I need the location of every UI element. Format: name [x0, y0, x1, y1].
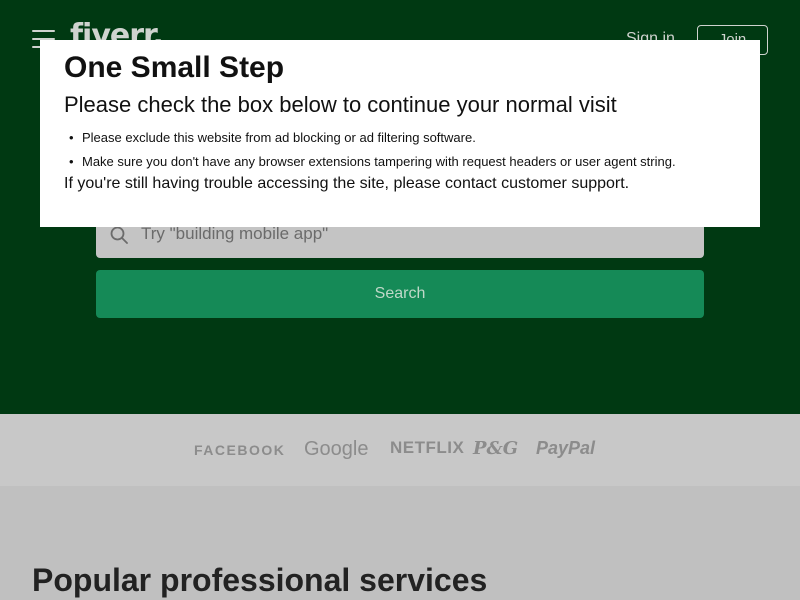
modal-bullet-list: Please exclude this website from ad bloc… [64, 126, 736, 174]
paypal-logo: PayPal [536, 438, 596, 458]
modal-title: One Small Step [64, 51, 285, 84]
facebook-logo: FACEBOOK [194, 442, 286, 458]
modal-footer-text: If you're still having trouble accessing… [64, 175, 630, 192]
modal-bullet: Make sure you don't have any browser ext… [64, 150, 736, 174]
search-placeholder: Try "building mobile app" [141, 224, 329, 243]
captcha-modal: One Small Step Please check the box belo… [40, 40, 760, 227]
search-icon [110, 226, 128, 244]
modal-subtitle: Please check the box below to continue y… [64, 92, 617, 117]
search-button[interactable]: Search [96, 270, 704, 318]
services-heading: Popular professional services [32, 562, 488, 598]
modal-bullet: Please exclude this website from ad bloc… [64, 126, 736, 150]
google-logo: Google [304, 438, 369, 460]
netflix-logo: NETFLIX [390, 438, 465, 457]
trusted-by-bar: FACEBOOK Google NETFLIX P&G PayPal [0, 414, 800, 486]
pg-logo: P&G [473, 438, 519, 459]
